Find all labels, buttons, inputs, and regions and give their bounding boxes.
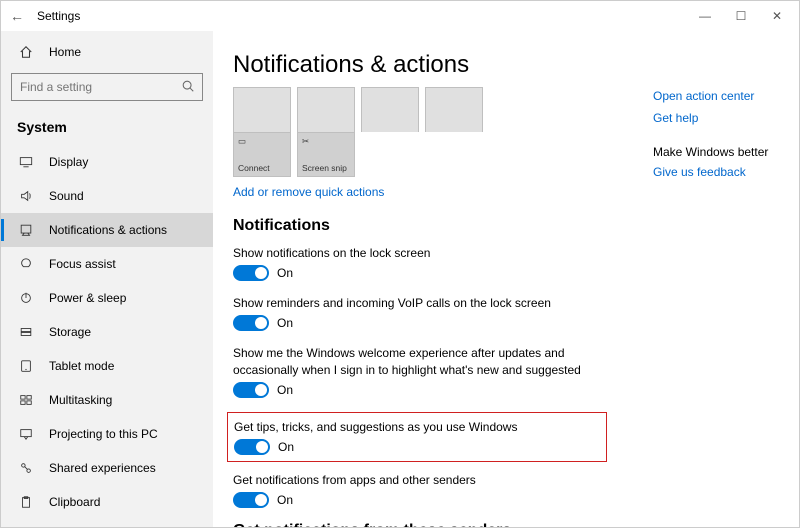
setting-tips-tricks: Get tips, tricks, and suggestions as you… bbox=[234, 419, 546, 455]
sidebar-item-label: Multitasking bbox=[49, 393, 112, 407]
tile-icon: ▭ bbox=[238, 136, 286, 147]
sidebar-item-label: Power & sleep bbox=[49, 291, 126, 305]
add-remove-quick-actions-link[interactable]: Add or remove quick actions bbox=[233, 185, 384, 199]
make-windows-better-header: Make Windows better bbox=[653, 145, 783, 159]
sidebar-item-label: Storage bbox=[49, 325, 91, 339]
toggle-state: On bbox=[278, 440, 294, 454]
sidebar-home[interactable]: Home bbox=[1, 37, 213, 67]
sidebar-item-remote-desktop[interactable]: Remote Desktop bbox=[1, 519, 213, 527]
close-button[interactable]: ✕ bbox=[759, 2, 795, 30]
section-notifications: Notifications bbox=[233, 217, 769, 235]
toggle-lock-screen-notifications[interactable] bbox=[233, 265, 269, 281]
window-title: Settings bbox=[37, 9, 80, 23]
quick-action-tile[interactable] bbox=[361, 87, 419, 132]
quick-action-tile[interactable] bbox=[297, 87, 355, 132]
shared-icon bbox=[17, 461, 35, 475]
multitasking-icon bbox=[17, 393, 35, 407]
search-input[interactable] bbox=[11, 73, 203, 101]
sidebar-item-label: Display bbox=[49, 155, 88, 169]
setting-label: Show me the Windows welcome experience a… bbox=[233, 345, 603, 377]
setting-welcome-experience: Show me the Windows welcome experience a… bbox=[233, 345, 603, 397]
toggle-state: On bbox=[277, 316, 293, 330]
setting-label: Show reminders and incoming VoIP calls o… bbox=[233, 295, 603, 311]
sidebar-item-tablet-mode[interactable]: Tablet mode bbox=[1, 349, 213, 383]
page-title: Notifications & actions bbox=[233, 51, 769, 79]
toggle-state: On bbox=[277, 383, 293, 397]
content: Notifications & actions ▭ Connect ✂ Screen… bbox=[213, 31, 799, 527]
tile-icon: ✂ bbox=[302, 136, 350, 147]
notifications-icon bbox=[17, 223, 35, 237]
sidebar-item-multitasking[interactable]: Multitasking bbox=[1, 383, 213, 417]
quick-action-connect[interactable]: ▭ Connect bbox=[233, 132, 291, 177]
setting-app-notifications: Get notifications from apps and other se… bbox=[233, 472, 603, 508]
minimize-button[interactable]: — bbox=[687, 2, 723, 30]
sidebar-item-focus-assist[interactable]: Focus assist bbox=[1, 247, 213, 281]
sidebar-item-label: Sound bbox=[49, 189, 84, 203]
storage-icon bbox=[17, 325, 35, 339]
toggle-reminders-voip[interactable] bbox=[233, 315, 269, 331]
toggle-state: On bbox=[277, 493, 293, 507]
display-icon bbox=[17, 155, 35, 169]
setting-label: Get notifications from apps and other se… bbox=[233, 472, 603, 488]
sidebar-item-label: Notifications & actions bbox=[49, 223, 167, 237]
quick-action-screen-snip[interactable]: ✂ Screen snip bbox=[297, 132, 355, 177]
tile-label: Screen snip bbox=[302, 163, 350, 173]
sidebar-item-sound[interactable]: Sound bbox=[1, 179, 213, 213]
highlighted-setting: Get tips, tricks, and suggestions as you… bbox=[227, 412, 607, 462]
sidebar-item-power-sleep[interactable]: Power & sleep bbox=[1, 281, 213, 315]
sidebar-item-label: Projecting to this PC bbox=[49, 427, 158, 441]
maximize-button[interactable]: ☐ bbox=[723, 2, 759, 30]
give-feedback-link[interactable]: Give us feedback bbox=[653, 165, 783, 179]
toggle-tips-tricks[interactable] bbox=[234, 439, 270, 455]
sidebar-item-shared-experiences[interactable]: Shared experiences bbox=[1, 451, 213, 485]
sidebar-category: System bbox=[1, 111, 213, 145]
sidebar-item-projecting[interactable]: Projecting to this PC bbox=[1, 417, 213, 451]
search-icon bbox=[181, 79, 195, 96]
sidebar-item-label: Shared experiences bbox=[49, 461, 156, 475]
sidebar-item-notifications[interactable]: Notifications & actions bbox=[1, 213, 213, 247]
focus-assist-icon bbox=[17, 257, 35, 271]
power-icon bbox=[17, 291, 35, 305]
sidebar-item-label: Clipboard bbox=[49, 495, 100, 509]
sidebar-item-storage[interactable]: Storage bbox=[1, 315, 213, 349]
setting-label: Get tips, tricks, and suggestions as you… bbox=[234, 419, 546, 435]
quick-action-tile[interactable] bbox=[233, 87, 291, 132]
section-senders: Get notifications from these senders bbox=[233, 522, 769, 527]
tablet-icon bbox=[17, 359, 35, 373]
sidebar-item-label: Focus assist bbox=[49, 257, 116, 271]
setting-label: Show notifications on the lock screen bbox=[233, 245, 603, 261]
sound-icon bbox=[17, 189, 35, 203]
home-icon bbox=[17, 45, 35, 59]
right-column: Open action center Get help Make Windows… bbox=[653, 89, 783, 187]
clipboard-icon bbox=[17, 495, 35, 509]
sidebar-item-label: Tablet mode bbox=[49, 359, 114, 373]
projecting-icon bbox=[17, 427, 35, 441]
setting-lock-screen-notifications: Show notifications on the lock screen On bbox=[233, 245, 603, 281]
tile-label: Connect bbox=[238, 163, 286, 173]
setting-reminders-voip: Show reminders and incoming VoIP calls o… bbox=[233, 295, 603, 331]
quick-action-tile[interactable] bbox=[425, 87, 483, 132]
back-button[interactable]: ← bbox=[5, 8, 29, 24]
open-action-center-link[interactable]: Open action center bbox=[653, 89, 783, 103]
sidebar: Home System Display Sound Notifications … bbox=[1, 31, 213, 527]
toggle-state: On bbox=[277, 266, 293, 280]
sidebar-home-label: Home bbox=[49, 45, 81, 59]
sidebar-item-display[interactable]: Display bbox=[1, 145, 213, 179]
get-help-link[interactable]: Get help bbox=[653, 111, 783, 125]
toggle-welcome-experience[interactable] bbox=[233, 382, 269, 398]
toggle-app-notifications[interactable] bbox=[233, 492, 269, 508]
sidebar-item-clipboard[interactable]: Clipboard bbox=[1, 485, 213, 519]
titlebar: ← Settings — ☐ ✕ bbox=[1, 1, 799, 31]
search-box[interactable] bbox=[11, 73, 203, 101]
